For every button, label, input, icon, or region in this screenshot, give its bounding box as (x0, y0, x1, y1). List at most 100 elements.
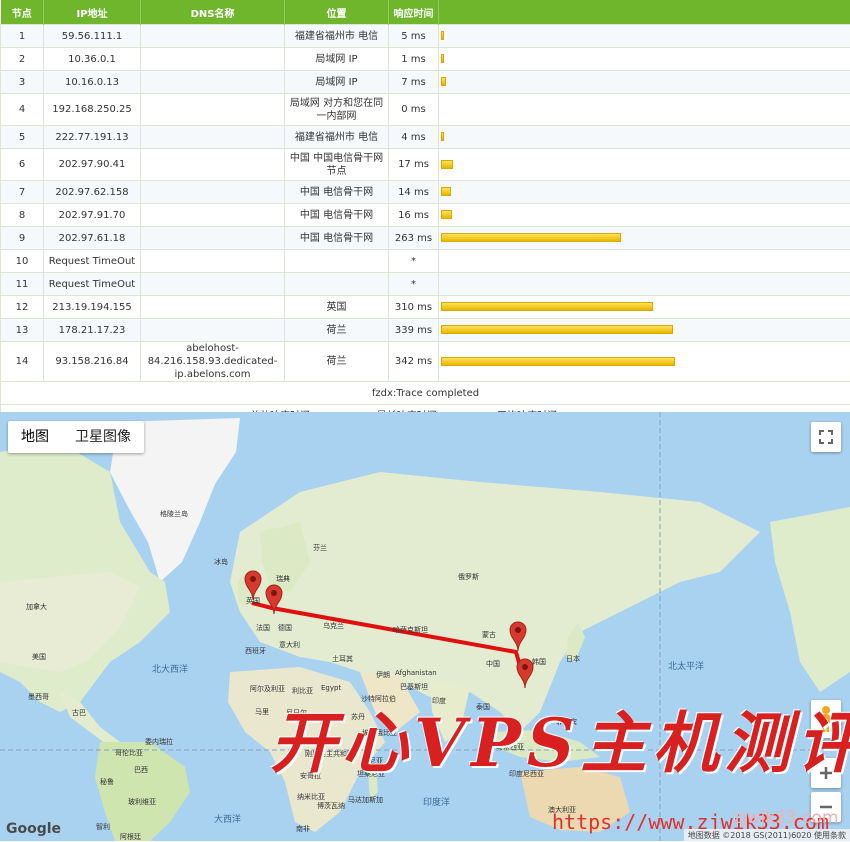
trace-row: 210.36.0.1局域网 IP1 ms (1, 48, 850, 71)
map-country-label: 古巴 (72, 708, 86, 718)
response-time-cell: 7 ms (389, 71, 439, 94)
map-country-label: Afghanistan (395, 669, 437, 677)
map-country-label: 瑞典 (276, 574, 290, 584)
dns-cell (141, 94, 285, 126)
response-bar-cell (439, 126, 850, 149)
google-logo: Google (6, 821, 61, 837)
location-cell: 局域网 对方和您在同一内部网 (285, 94, 389, 126)
response-bar (441, 357, 675, 366)
response-time-cell: 4 ms (389, 126, 439, 149)
response-bar-cell (439, 250, 850, 273)
map-country-label: 哥伦比亚 (115, 748, 143, 758)
map-country-label: 阿根廷 (120, 832, 141, 841)
dns-cell (141, 25, 285, 48)
ip-cell: 59.56.111.1 (44, 25, 141, 48)
map-country-label: 德国 (278, 623, 292, 633)
response-bar (441, 77, 446, 86)
node-cell: 4 (1, 94, 44, 126)
trace-row: 10Request TimeOut* (1, 250, 850, 273)
trace-row: 159.56.111.1福建省福州市 电信5 ms (1, 25, 850, 48)
map-country-label: 中国 (486, 659, 500, 669)
map-country-label: 秘鲁 (100, 777, 114, 787)
map-country-label: 委内瑞拉 (145, 737, 173, 747)
col-bar (439, 0, 850, 25)
map-country-label: 乌克兰 (323, 621, 344, 631)
ip-cell: 10.16.0.13 (44, 71, 141, 94)
map-country-label: 哈萨克斯坦 (393, 625, 428, 635)
ip-cell: 202.97.91.70 (44, 204, 141, 227)
node-cell: 7 (1, 181, 44, 204)
location-cell: 中国 中国电信骨干网节点 (285, 149, 389, 181)
response-bar (441, 210, 452, 219)
response-time-cell: 17 ms (389, 149, 439, 181)
col-dns: DNS名称 (141, 0, 285, 25)
col-response-time: 响应时间 (389, 0, 439, 25)
map-country-label: 墨西哥 (28, 692, 49, 702)
dns-cell (141, 273, 285, 296)
dns-cell (141, 126, 285, 149)
location-cell: 局域网 IP (285, 71, 389, 94)
response-bar-cell (439, 342, 850, 382)
map-country-label: 蒙古 (482, 630, 496, 640)
node-cell: 6 (1, 149, 44, 181)
response-bar (441, 187, 451, 196)
trace-row: 8202.97.91.70中国 电信骨干网16 ms (1, 204, 850, 227)
map-country-label: 芬兰 (313, 543, 327, 553)
map-tab-satellite[interactable]: 卫星图像 (62, 421, 144, 453)
response-bar-cell (439, 149, 850, 181)
node-cell: 3 (1, 71, 44, 94)
trace-complete: fzdx:Trace completed (1, 382, 850, 405)
map-country-label: 西班牙 (245, 646, 266, 656)
response-bar-cell (439, 181, 850, 204)
location-cell: 英国 (285, 296, 389, 319)
response-time-cell: 5 ms (389, 25, 439, 48)
dns-cell (141, 149, 285, 181)
trace-header-row: 节点 IP地址 DNS名称 位置 响应时间 (1, 0, 850, 25)
fullscreen-button[interactable] (811, 422, 841, 452)
map-tab-roadmap[interactable]: 地图 (8, 421, 62, 453)
response-bar-cell (439, 25, 850, 48)
map-country-label: 冰岛 (214, 557, 228, 567)
dns-cell (141, 227, 285, 250)
map-country-label: 伊朗 (376, 670, 390, 680)
node-cell: 12 (1, 296, 44, 319)
dns-cell (141, 181, 285, 204)
ocean-label: 北太平洋 (668, 659, 704, 672)
trace-row: 12213.19.194.155英国310 ms (1, 296, 850, 319)
map-country-label: 加拿大 (26, 602, 47, 612)
map-attribution[interactable]: 地图数据 ©2018 GS(2011)6020 使用条款 (684, 829, 850, 842)
response-bar-cell (439, 71, 850, 94)
node-cell: 2 (1, 48, 44, 71)
map-country-label: 巴西 (134, 765, 148, 775)
map-country-label: 玻利维亚 (128, 797, 156, 807)
node-cell: 13 (1, 319, 44, 342)
response-bar (441, 31, 444, 40)
response-bar-cell (439, 94, 850, 126)
response-time-cell: 339 ms (389, 319, 439, 342)
ocean-label: 印度洋 (423, 795, 450, 808)
response-bar (441, 160, 453, 169)
location-cell: 局域网 IP (285, 48, 389, 71)
map-country-label: 智利 (96, 822, 110, 832)
dns-cell (141, 71, 285, 94)
response-time-cell: * (389, 250, 439, 273)
map-country-label: 美国 (32, 652, 46, 662)
response-time-cell: 0 ms (389, 94, 439, 126)
ip-cell: 202.97.62.158 (44, 181, 141, 204)
map-country-label: 英国 (246, 596, 260, 606)
map-pin-icon[interactable] (264, 583, 284, 615)
trace-table: 节点 IP地址 DNS名称 位置 响应时间 159.56.111.1福建省福州市… (0, 0, 850, 428)
response-bar-cell (439, 227, 850, 250)
map-country-label: 俄罗斯 (458, 572, 479, 582)
trace-row: 4192.168.250.25局域网 对方和您在同一内部网0 ms (1, 94, 850, 126)
response-bar (441, 325, 673, 334)
location-cell: 荷兰 (285, 342, 389, 382)
node-cell: 1 (1, 25, 44, 48)
map-country-label: 马达加斯加 (348, 795, 383, 805)
response-time-cell: 342 ms (389, 342, 439, 382)
map-country-label: 法国 (256, 623, 270, 633)
response-bar (441, 233, 621, 242)
trace-row: 13178.21.17.23荷兰339 ms (1, 319, 850, 342)
map-pin-icon[interactable] (508, 620, 528, 652)
fullscreen-icon (819, 430, 833, 444)
